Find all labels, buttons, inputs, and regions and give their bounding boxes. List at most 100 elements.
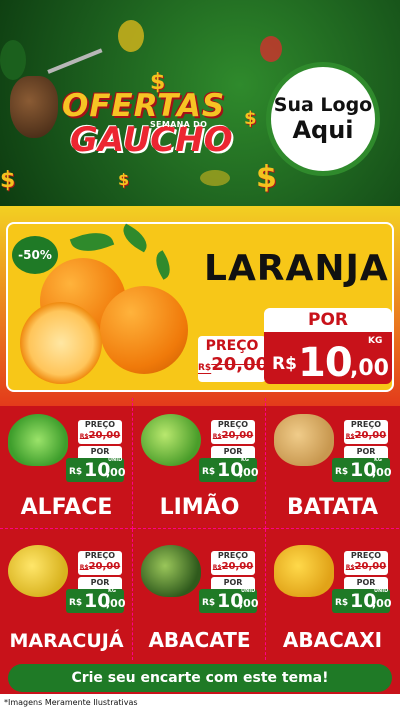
- pineapple-icon: [274, 545, 334, 597]
- product-price: R$ 10,00 UNID: [66, 457, 126, 482]
- old-price: R$20,00: [344, 561, 388, 574]
- currency: R$: [335, 467, 349, 477]
- preco-label: PREÇO: [205, 338, 259, 354]
- logo-text-line2: Aqui: [292, 116, 354, 144]
- hero-old-price-tag: PREÇO R$20,00: [198, 336, 269, 382]
- price-decimal: ,00: [372, 466, 392, 479]
- old-price: R$20,00: [344, 430, 388, 443]
- hero-price: R$ 10 ,00 KG: [264, 332, 392, 386]
- hero-product-name: LARANJA: [204, 248, 389, 289]
- currency: R$: [69, 598, 83, 608]
- product-card-batata[interactable]: PREÇO R$20,00 POR R$ 10,00 KG BATATA: [266, 398, 399, 529]
- product-card-abacate[interactable]: PREÇO R$20,00 POR R$ 10,00 UNID ABACATE: [133, 529, 266, 660]
- price-decimal: ,00: [239, 597, 259, 610]
- orange-half-icon: [20, 302, 102, 384]
- currency: R$: [202, 467, 216, 477]
- currency: R$: [335, 598, 349, 608]
- product-card-abacaxi[interactable]: PREÇO R$20,00 POR R$ 10,00 UNID ABACAXI: [266, 529, 399, 660]
- currency: R$: [69, 467, 83, 477]
- old-price-tag: PREÇO R$20,00: [78, 551, 122, 575]
- old-price-value: 20,00: [88, 430, 121, 441]
- product-card-maracuja[interactable]: PREÇO R$20,00 POR R$ 10,00 KG MARACUJÁ: [0, 529, 133, 660]
- price-unit: UNID: [108, 457, 123, 463]
- price-decimal: ,00: [106, 597, 126, 610]
- price-unit: KG: [108, 588, 116, 594]
- balloon-decoration: [0, 40, 26, 80]
- preco-label: PREÇO: [217, 551, 249, 560]
- bombilla-icon: [47, 48, 103, 74]
- product-name: LIMÃO: [159, 495, 240, 520]
- old-price-value: 20,00: [221, 561, 254, 572]
- product-name: ABACATE: [148, 628, 251, 652]
- potato-icon: [274, 414, 334, 466]
- product-name: BATATA: [286, 495, 379, 520]
- disclaimer-text: *Imagens Meramente Ilustrativas: [0, 694, 400, 711]
- old-price-value: 20,00: [88, 561, 121, 572]
- product-price: R$ 10,00 UNID: [332, 588, 392, 613]
- product-name: MARACUJÁ: [9, 630, 124, 652]
- preco-label: PREÇO: [84, 420, 116, 429]
- dollar-icon: $: [118, 170, 130, 189]
- old-price-tag: PREÇO R$20,00: [211, 551, 255, 575]
- old-currency: R$: [79, 564, 89, 571]
- discount-badge: -50%: [12, 236, 58, 274]
- header-banner: $ $ $ $ $ OFERTAS SEMANA DO GAUCHO Sua L…: [0, 0, 400, 212]
- product-price: R$ 10,00 UNID: [199, 588, 259, 613]
- dollar-icon: $: [0, 168, 16, 193]
- price-unit: UNID: [374, 588, 389, 594]
- product-card-alface[interactable]: PREÇO R$20,00 POR R$ 10,00 UNID ALFACE: [0, 398, 133, 529]
- old-price-value: 20,00: [221, 430, 254, 441]
- old-currency: R$: [345, 564, 355, 571]
- old-price: R$20,00: [198, 354, 269, 375]
- preco-label: PREÇO: [350, 551, 382, 560]
- price-decimal: ,00: [350, 356, 389, 381]
- old-price-value: 20,00: [354, 430, 387, 441]
- price-decimal: ,00: [106, 466, 126, 479]
- preco-label: PREÇO: [350, 420, 382, 429]
- price-unit: KG: [368, 336, 383, 346]
- logo-placeholder[interactable]: Sua Logo Aqui: [266, 62, 380, 176]
- old-price-tag: PREÇO R$20,00: [211, 420, 255, 444]
- title-semana-do: SEMANA DO: [150, 120, 208, 129]
- old-currency: R$: [79, 433, 89, 440]
- old-price-value: 20,00: [354, 561, 387, 572]
- cta-button[interactable]: Crie seu encarte com este tema!: [8, 664, 392, 692]
- price-unit: KG: [241, 457, 249, 463]
- price-integer: 10: [298, 340, 353, 386]
- preco-label: PREÇO: [217, 420, 249, 429]
- passion-fruit-icon: [8, 545, 68, 597]
- old-price-tag: PREÇO R$20,00: [344, 551, 388, 575]
- old-currency: R$: [198, 363, 212, 373]
- old-currency: R$: [212, 433, 222, 440]
- old-price-tag: PREÇO R$20,00: [344, 420, 388, 444]
- product-name: ALFACE: [20, 495, 113, 520]
- old-price: R$20,00: [78, 561, 122, 574]
- product-price: R$ 10,00 KG: [66, 588, 126, 613]
- product-card-limao[interactable]: PREÇO R$20,00 POR R$ 10,00 KG LIMÃO: [133, 398, 266, 529]
- old-price-tag: PREÇO R$20,00: [78, 420, 122, 444]
- product-name: ABACAXI: [282, 628, 383, 652]
- avocado-icon: [141, 545, 201, 597]
- old-price-value: 20,00: [211, 354, 269, 375]
- price-decimal: ,00: [239, 466, 259, 479]
- old-price: R$20,00: [211, 561, 255, 574]
- balloon-decoration: [118, 20, 144, 52]
- title-ofertas: OFERTAS: [62, 88, 226, 124]
- currency: R$: [202, 598, 216, 608]
- price-decimal: ,00: [372, 597, 392, 610]
- logo-text-line1: Sua Logo: [273, 94, 373, 116]
- orange-icon: [100, 286, 188, 374]
- balloon-decoration: [260, 36, 282, 62]
- old-currency: R$: [212, 564, 222, 571]
- price-unit: KG: [374, 457, 382, 463]
- preco-label: PREÇO: [84, 551, 116, 560]
- lettuce-icon: [8, 414, 68, 466]
- old-price: R$20,00: [78, 430, 122, 443]
- campaign-title: OFERTAS SEMANA DO GAUCHO: [62, 90, 262, 158]
- dollar-icon: $: [256, 160, 277, 195]
- product-grid: PREÇO R$20,00 POR R$ 10,00 UNID ALFACE PREÇ…: [0, 398, 400, 660]
- balloon-decoration: [200, 170, 230, 186]
- product-price: R$ 10,00 KG: [199, 457, 259, 482]
- product-price: R$ 10,00 KG: [332, 457, 392, 482]
- por-label: POR: [264, 308, 392, 332]
